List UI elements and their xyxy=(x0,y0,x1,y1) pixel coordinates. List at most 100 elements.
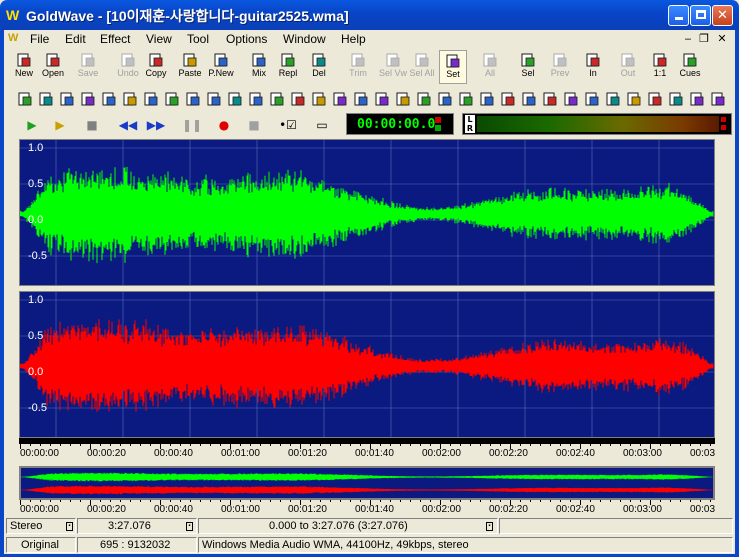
toolbar-prev-button[interactable]: Prev xyxy=(546,50,574,84)
timeline-tick xyxy=(110,500,111,502)
reverb-icon[interactable] xyxy=(352,90,370,108)
overview-timeline-label: 00:02:40 xyxy=(556,504,595,515)
flanger-icon[interactable] xyxy=(226,90,244,108)
spectrum-filter-icon[interactable] xyxy=(688,90,706,108)
pause-icon[interactable]: ❚❚ xyxy=(180,116,204,134)
compressor-icon[interactable] xyxy=(37,90,55,108)
low-high-pass-icon[interactable] xyxy=(646,90,664,108)
playback-rate-icon[interactable] xyxy=(583,90,601,108)
stop-icon[interactable]: ■ xyxy=(80,116,104,134)
equalizer-icon[interactable] xyxy=(163,90,181,108)
status-channels[interactable]: Stereo ▪ xyxy=(6,518,76,534)
mdi-close-button[interactable]: ✕ xyxy=(715,32,729,46)
pop-click-icon[interactable] xyxy=(478,90,496,108)
noise-gate-icon[interactable] xyxy=(709,90,727,108)
timeline-tick xyxy=(50,500,51,502)
menu-help[interactable]: Help xyxy=(341,32,366,46)
menu-file[interactable]: File xyxy=(30,32,49,46)
play-icon[interactable]: ▶ xyxy=(20,116,44,134)
pan-icon[interactable] xyxy=(310,90,328,108)
invert-icon[interactable] xyxy=(247,90,265,108)
toolbar-paste-button[interactable]: Paste xyxy=(173,50,207,84)
filter-icon[interactable] xyxy=(205,90,223,108)
toolbar-button-label: In xyxy=(589,68,597,78)
match-volume-icon[interactable] xyxy=(520,90,538,108)
toolbar-p-new-button[interactable]: P.New xyxy=(204,50,238,84)
window-mode-icon[interactable]: ▭ xyxy=(310,116,334,134)
play-selection-icon[interactable]: ▶ xyxy=(48,116,72,134)
band-pass-icon[interactable] xyxy=(625,90,643,108)
cue-point-icon[interactable] xyxy=(58,90,76,108)
channel-mixer-icon[interactable] xyxy=(604,90,622,108)
maximize-button[interactable] xyxy=(690,5,711,26)
timeline-tick xyxy=(560,444,561,446)
y-label-right-m05: -0.5 xyxy=(28,402,47,414)
shape-volume-icon[interactable] xyxy=(562,90,580,108)
status-length[interactable]: 3:27.076 ▪ xyxy=(77,518,197,534)
echo-icon[interactable] xyxy=(121,90,139,108)
toolbar-cues-button[interactable]: Cues xyxy=(676,50,704,84)
status-selection[interactable]: 0.000 to 3:27.076 (3:27.076) ▪ xyxy=(198,518,498,534)
dynamics-icon[interactable] xyxy=(100,90,118,108)
time-warp-icon[interactable] xyxy=(415,90,433,108)
noise-reduction-icon[interactable] xyxy=(457,90,475,108)
toolbar-copy-button[interactable]: Copy xyxy=(142,50,170,84)
toolbar-sel-all-button[interactable]: Sel All xyxy=(405,50,439,84)
envelope-icon[interactable] xyxy=(142,90,160,108)
app-logo-icon[interactable]: W xyxy=(6,7,22,23)
toolbar-save-button[interactable]: Save xyxy=(74,50,102,84)
menu-tool[interactable]: Tool xyxy=(187,32,209,46)
pitch-icon[interactable] xyxy=(331,90,349,108)
toolbar-mix-button[interactable]: Mix xyxy=(245,50,273,84)
timeline-ruler[interactable]: 00:00:00 00:00:20 00:00:40 00:01:00 00:01:20… xyxy=(19,444,715,462)
menu-effect[interactable]: Effect xyxy=(100,32,130,46)
minimize-button[interactable] xyxy=(668,5,689,26)
waveform-left-channel[interactable]: 1.0 0.5 0.0 -0.5 xyxy=(19,139,715,286)
toolbar-new-button[interactable]: New xyxy=(10,50,38,84)
toolbar-1-1-button[interactable]: 1:1 xyxy=(646,50,674,84)
record-icon[interactable]: ● xyxy=(212,116,236,134)
timeline-tick xyxy=(360,500,361,502)
auto-trim-icon[interactable] xyxy=(16,90,34,108)
overview-timeline-ruler[interactable]: 00:00:00 00:00:20 00:00:40 00:01:00 00:01:20… xyxy=(19,500,715,516)
parametric-eq-icon[interactable] xyxy=(667,90,685,108)
stop-record-icon[interactable]: ■ xyxy=(242,116,266,134)
fade-icon[interactable] xyxy=(184,90,202,108)
overview-waveform[interactable] xyxy=(19,466,715,500)
offset-icon[interactable] xyxy=(289,90,307,108)
maximize-volume-icon[interactable] xyxy=(541,90,559,108)
doppler-icon[interactable] xyxy=(79,90,97,108)
menu-options[interactable]: Options xyxy=(226,32,267,46)
volume-icon[interactable] xyxy=(436,90,454,108)
mdi-restore-button[interactable]: ❐ xyxy=(697,32,711,46)
menu-view[interactable]: View xyxy=(146,32,172,46)
title-bar[interactable]: W GoldWave - [10이재훈-사랑합니다-guitar2525.wma… xyxy=(0,0,739,30)
close-button[interactable]: ✕ xyxy=(712,5,733,26)
waveform-right-channel[interactable]: 1.0 0.5 0.0 -0.5 xyxy=(19,291,715,438)
timeline-tick xyxy=(550,444,551,446)
toolbar-out-button[interactable]: Out xyxy=(614,50,642,84)
mode-select-icon[interactable]: •☑ xyxy=(276,116,300,134)
toolbar-del-button[interactable]: Del xyxy=(305,50,333,84)
fast-forward-icon[interactable]: ▶▶ xyxy=(144,116,168,134)
reverse-icon[interactable] xyxy=(373,90,391,108)
doc-logo-icon[interactable]: W xyxy=(8,32,18,44)
menu-edit[interactable]: Edit xyxy=(65,32,86,46)
toolbar-in-button[interactable]: In xyxy=(579,50,607,84)
toolbar-open-button[interactable]: Open xyxy=(39,50,67,84)
mechanize-icon[interactable] xyxy=(268,90,286,108)
toolbar-sel-button[interactable]: Sel xyxy=(514,50,542,84)
status-selection-text: 0.000 to 3:27.076 (3:27.076) xyxy=(269,520,408,532)
mdi-minimize-button[interactable]: ‒ xyxy=(681,32,695,46)
toolbar-repl-button[interactable]: Repl xyxy=(274,50,302,84)
timeline-tick xyxy=(410,444,411,446)
menu-window[interactable]: Window xyxy=(283,32,326,46)
toolbar-undo-button[interactable]: Undo xyxy=(114,50,142,84)
resample-icon[interactable] xyxy=(499,90,517,108)
timeline-tick xyxy=(500,500,501,502)
toolbar-set-button[interactable]: Set xyxy=(439,50,467,84)
silence-icon[interactable] xyxy=(394,90,412,108)
rewind-icon[interactable]: ◀◀ xyxy=(116,116,140,134)
toolbar-trim-button[interactable]: Trim xyxy=(344,50,372,84)
toolbar-all-button[interactable]: All xyxy=(476,50,504,84)
